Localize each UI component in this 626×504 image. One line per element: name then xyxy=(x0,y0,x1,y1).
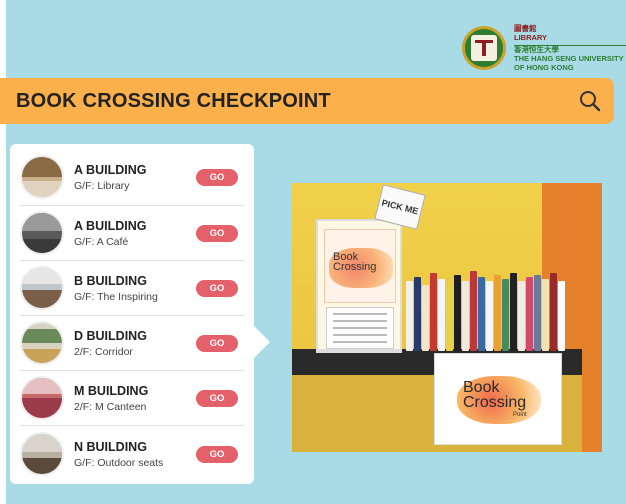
checkpoint-thumbnail xyxy=(20,432,64,476)
book-row xyxy=(406,271,566,351)
university-logo xyxy=(462,26,506,70)
poster-stand: Book Crossing xyxy=(316,219,402,353)
go-button[interactable]: GO xyxy=(196,168,238,186)
university-chinese-name: 香港恒生大學 xyxy=(514,45,559,54)
checkpoint-building: A BUILDING xyxy=(74,162,147,177)
go-button[interactable]: GO xyxy=(196,445,238,463)
row-divider xyxy=(20,425,244,426)
checkpoint-list: A BUILDING G/F: Library GO A BUILDING G/… xyxy=(10,144,254,484)
checkpoint-location: G/F: The Inspiring xyxy=(74,290,158,303)
checkpoint-location: G/F: Outdoor seats xyxy=(74,456,164,469)
checkpoint-thumbnail xyxy=(20,376,64,420)
library-branding: 圖書館 LIBRARY 香港恒生大學 THE HANG SENG UNIVERS… xyxy=(514,24,624,72)
checkpoint-building: A BUILDING xyxy=(74,218,147,233)
go-button[interactable]: GO xyxy=(196,334,238,352)
checkpoint-location: 2/F: M Canteen xyxy=(74,400,147,413)
checkpoint-thumbnail xyxy=(20,155,64,199)
library-english-name: LIBRARY xyxy=(514,33,548,42)
checkpoint-row: A BUILDING G/F: A Café GO xyxy=(10,206,254,260)
library-chinese-name: 圖書館 xyxy=(514,24,537,33)
go-button[interactable]: GO xyxy=(196,279,238,297)
go-button[interactable]: GO xyxy=(196,224,238,242)
book-crossing-sign: Book Crossing Point xyxy=(434,353,562,445)
checkpoint-building: M BUILDING xyxy=(74,383,149,398)
search-icon xyxy=(580,91,601,112)
checkpoint-building: D BUILDING xyxy=(74,328,147,343)
checkpoint-row: D BUILDING 2/F: Corridor GO xyxy=(10,316,254,370)
checkpoint-row: M BUILDING 2/F: M Canteen GO xyxy=(10,371,254,425)
checkpoint-photo: Book Crossing PICK ME Book Crossing Poin… xyxy=(292,183,602,452)
checkpoint-location: 2/F: Corridor xyxy=(74,345,133,358)
search-button[interactable] xyxy=(578,89,602,113)
checkpoint-location: G/F: A Café xyxy=(74,235,129,248)
branding-divider xyxy=(514,45,626,46)
sign-text-crossing: Crossing xyxy=(463,394,527,411)
checkpoint-row: N BUILDING G/F: Outdoor seats GO xyxy=(10,427,254,481)
checkpoint-building: B BUILDING xyxy=(74,273,147,288)
checkpoint-thumbnail xyxy=(20,211,64,255)
selection-pointer xyxy=(254,326,270,358)
university-english-name-2: OF HONG KONG xyxy=(514,63,574,72)
checkpoint-thumbnail xyxy=(20,321,64,365)
sign-text-book: Book xyxy=(463,379,500,396)
sign-subtext: Point xyxy=(513,412,527,418)
checkpoint-building: N BUILDING xyxy=(74,439,147,454)
checkpoint-location: G/F: Library xyxy=(74,179,130,192)
go-button[interactable]: GO xyxy=(196,389,238,407)
poster-text: Book Crossing xyxy=(333,251,377,273)
page-title: BOOK CROSSING CHECKPOINT xyxy=(16,89,331,112)
checkpoint-row: A BUILDING G/F: Library GO xyxy=(10,150,254,204)
title-bar: BOOK CROSSING CHECKPOINT xyxy=(0,78,614,124)
checkpoint-row: B BUILDING G/F: The Inspiring GO xyxy=(10,261,254,315)
checkpoint-thumbnail xyxy=(20,266,64,310)
university-english-name-1: THE HANG SENG UNIVERSITY xyxy=(514,54,624,63)
